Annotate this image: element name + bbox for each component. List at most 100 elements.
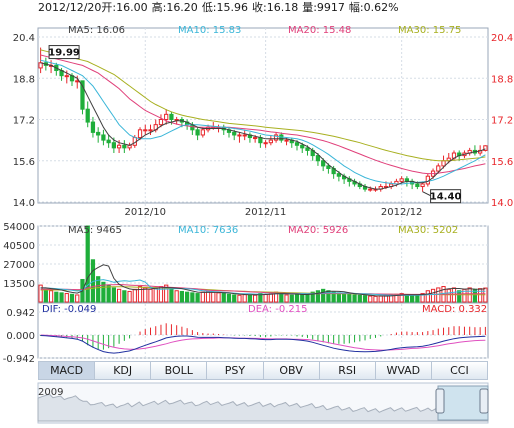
price-ytick-left: 14.0 xyxy=(13,198,35,209)
extreme-label: 14.40 xyxy=(430,192,462,203)
volume-bar xyxy=(43,288,48,303)
volume-bar xyxy=(137,286,143,303)
navigator-left-handle[interactable] xyxy=(435,388,445,414)
volume-ytick: 27000 xyxy=(3,260,35,271)
volume-bar xyxy=(341,293,347,303)
volume-bar xyxy=(169,288,174,303)
quote-low: 低:15.96 xyxy=(202,1,248,14)
volume-bar xyxy=(347,293,352,303)
candle-body xyxy=(253,137,258,140)
price-ma10-line xyxy=(40,59,486,185)
tab-wvad[interactable]: WVAD xyxy=(375,362,432,379)
volume-bar xyxy=(174,290,179,303)
tab-kdj[interactable]: KDJ xyxy=(95,362,152,379)
volume-bar xyxy=(284,294,289,303)
volume-bar xyxy=(48,290,54,303)
dea-line xyxy=(40,334,486,351)
price-ma30-line xyxy=(40,49,486,162)
legend-ma5: MA5: 16.06 xyxy=(68,25,125,36)
volume-bar xyxy=(195,293,200,303)
legend-ma30: MA30: 15.75 xyxy=(398,25,461,36)
candle-body xyxy=(284,139,289,142)
volume-bar xyxy=(148,288,153,303)
volume-bar xyxy=(279,293,284,303)
price-ytick-right: 14.0 xyxy=(491,198,513,209)
candle-body xyxy=(237,134,242,137)
candle-body xyxy=(305,147,310,151)
candle-body xyxy=(164,113,169,120)
volume-bar xyxy=(85,225,90,303)
date-label: 2012/12 xyxy=(381,207,423,218)
macd-ytick: 0.000 xyxy=(6,331,35,342)
volume-bar xyxy=(289,294,294,303)
volume-bar xyxy=(59,292,64,303)
volume-bar xyxy=(200,291,205,303)
volume-bar xyxy=(430,288,436,303)
volume-bar xyxy=(478,288,483,303)
volume-bar xyxy=(336,292,341,303)
volume-bar xyxy=(383,295,389,303)
tab-obv[interactable]: OBV xyxy=(263,362,320,379)
price-ytick-left: 17.2 xyxy=(13,116,35,127)
candle-body xyxy=(64,75,69,78)
extreme-label: 19.99 xyxy=(48,48,80,59)
candle-body xyxy=(300,144,305,149)
macd-ytick: -0.942 xyxy=(3,354,35,365)
candle-body xyxy=(258,137,263,144)
volume-bar xyxy=(373,295,378,303)
volume-bar xyxy=(179,290,185,303)
tab-boll[interactable]: BOLL xyxy=(151,362,208,379)
candle-body xyxy=(143,129,148,132)
volume-bar xyxy=(211,291,216,303)
price-ytick-right: 20.4 xyxy=(491,33,513,44)
candle-body xyxy=(420,183,425,188)
volume-bar xyxy=(362,295,368,303)
candle-body xyxy=(90,121,96,133)
candle-body xyxy=(368,188,373,191)
volume-bar xyxy=(247,294,253,303)
tab-rsi[interactable]: RSI xyxy=(319,362,376,379)
price-ma5-line xyxy=(40,62,486,190)
candle-body xyxy=(268,139,273,144)
price-ytick-right: 15.6 xyxy=(491,157,513,168)
vol-legend-ma5: MA5: 9465 xyxy=(68,225,122,236)
volume-bar xyxy=(185,291,190,303)
volume-ytick: 13500 xyxy=(3,279,35,290)
volume-bar xyxy=(75,294,80,303)
tab-macd[interactable]: MACD xyxy=(39,362,96,379)
price-ma20-line xyxy=(40,54,486,175)
volume-bar xyxy=(457,290,462,303)
candle-body xyxy=(336,173,341,177)
candle-body xyxy=(106,139,111,144)
candle-body xyxy=(169,113,174,120)
volume-bar xyxy=(321,288,326,303)
price-ytick-left: 18.8 xyxy=(13,74,35,85)
price-ytick-left: 20.4 xyxy=(13,33,35,44)
vol-legend-ma20: MA20: 5926 xyxy=(288,225,348,236)
price-ytick-right: 17.2 xyxy=(491,116,513,127)
volume-bar xyxy=(300,293,305,303)
volume-bar xyxy=(54,291,59,303)
macd-legend-dea: DEA: -0.215 xyxy=(248,304,307,315)
candle-body xyxy=(263,142,268,145)
quote-close: 收:16.18 xyxy=(252,0,298,14)
quote-header: 2012/12/20开:16.00 高:16.20 低:15.96 收:16.18 量:… xyxy=(38,0,399,14)
indicator-tabs: MACD KDJ BOLL PSY OBV RSI WVAD CCI xyxy=(38,361,488,380)
candle-body xyxy=(326,165,331,169)
macd-legend-macd: MACD: 0.332 xyxy=(422,304,487,315)
quote-high: 高:16.20 xyxy=(152,0,198,14)
volume-bar xyxy=(232,294,237,303)
volume-bar xyxy=(122,290,127,303)
price-ytick-left: 15.6 xyxy=(13,157,35,168)
tab-cci[interactable]: CCI xyxy=(431,362,487,379)
volume-bar xyxy=(127,290,132,303)
tab-psy[interactable]: PSY xyxy=(207,362,264,379)
price-ytick-right: 18.8 xyxy=(491,74,513,85)
volume-bar xyxy=(352,294,357,303)
candle-body xyxy=(96,131,101,136)
volume-bar xyxy=(226,293,232,303)
price-panel xyxy=(37,27,489,204)
navigator-right-handle[interactable] xyxy=(479,388,489,414)
legend-ma10: MA10: 15.83 xyxy=(178,25,241,36)
volume-bar xyxy=(357,294,362,303)
